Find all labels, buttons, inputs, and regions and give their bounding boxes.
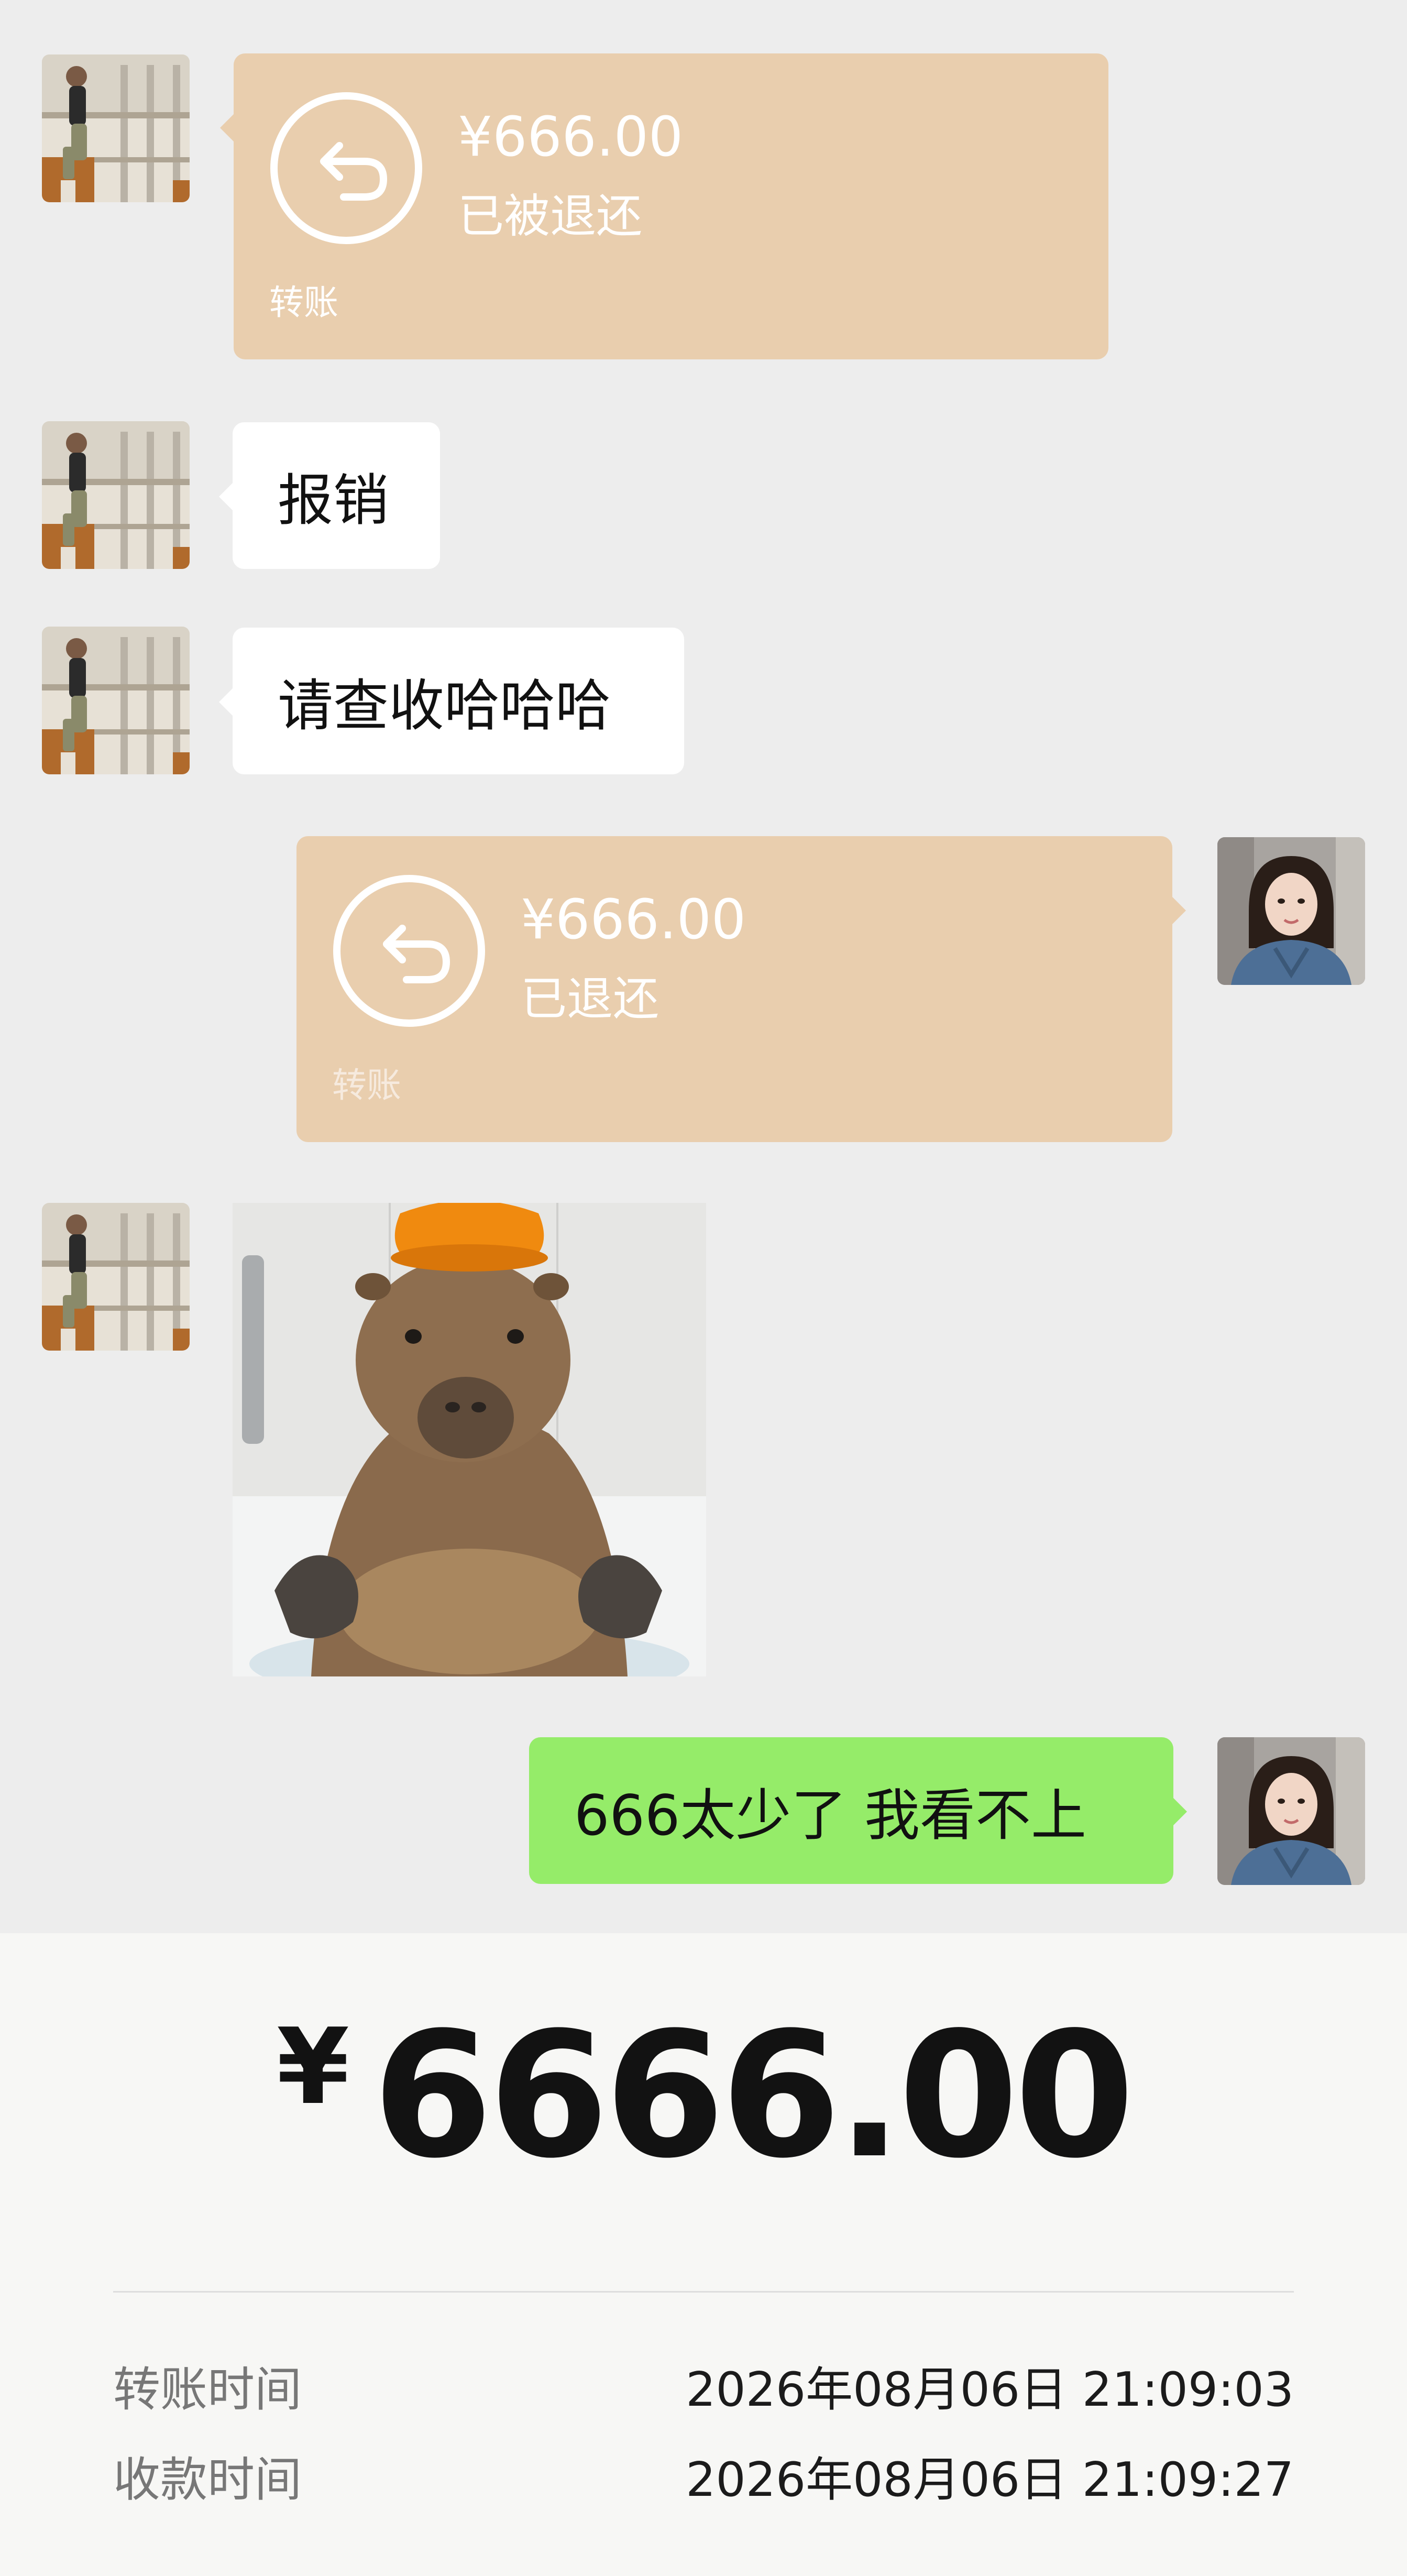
self-avatar[interactable] (1217, 1737, 1365, 1885)
capybara-sticker-icon[interactable] (233, 1203, 706, 1676)
self-avatar[interactable] (1217, 837, 1365, 985)
message-text: 请查收哈哈哈 (278, 674, 611, 738)
receive-time-label: 收款时间 (113, 2452, 302, 2507)
contact-avatar[interactable] (42, 1203, 190, 1351)
message-text: 666太少了 我看不上 (574, 1783, 1087, 1848)
currency-symbol: ¥ (276, 2006, 350, 2128)
return-arrow-icon (269, 91, 423, 245)
transfer-receipt: ¥6666.00 转账时间 2026年08月06日 21:09:03 收款时间 … (0, 1933, 1407, 2576)
message-bubble[interactable]: 666太少了 我看不上 (529, 1737, 1187, 1884)
message-text: 报销 (278, 468, 389, 533)
transfer-amount: ¥666.00 (458, 105, 684, 169)
transfer-card[interactable]: ¥666.00 已退还 转账 (296, 836, 1186, 1142)
contact-avatar[interactable] (42, 54, 190, 202)
amount-value: 6666.00 (372, 1995, 1135, 2196)
transfer-time-value: 2026年08月06日 21:09:03 (686, 2362, 1294, 2417)
transfer-card[interactable]: ¥666.00 已被退还 转账 (220, 53, 1108, 359)
transfer-label: 转账 (332, 1065, 401, 1105)
transfer-amount: ¥666.00 (521, 887, 746, 951)
receive-time-value: 2026年08月06日 21:09:27 (686, 2452, 1294, 2507)
contact-avatar[interactable] (42, 421, 190, 569)
chat-area: ¥666.00 已被退还 转账 报销 请查收哈哈哈 ¥666.00 已退还 转账 (0, 0, 1407, 1933)
receipt-amount: ¥6666.00 (0, 1995, 1407, 2196)
transfer-label: 转账 (269, 282, 338, 323)
divider (113, 2291, 1294, 2293)
message-bubble[interactable]: 请查收哈哈哈 (219, 628, 684, 774)
message-bubble[interactable]: 报销 (219, 422, 440, 569)
transfer-status: 已退还 (521, 972, 659, 1026)
transfer-status: 已被退还 (458, 189, 643, 243)
transfer-time-label: 转账时间 (113, 2362, 302, 2417)
contact-avatar[interactable] (42, 627, 190, 774)
return-arrow-icon (332, 874, 486, 1028)
